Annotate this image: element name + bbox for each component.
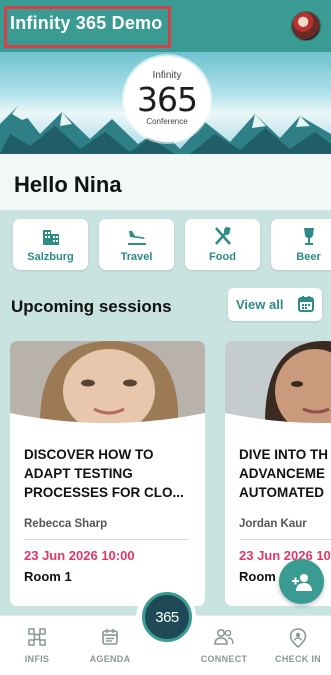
speaker-photo [225,341,331,423]
nav-item-infis[interactable]: INFIS [12,616,62,675]
category-tile-travel[interactable]: Travel [99,219,174,270]
session-title: DISCOVER HOW TO ADAPT TESTING PROCESSES … [24,447,184,500]
card-divider [239,539,331,540]
calendar-icon [101,628,119,651]
session-card[interactable]: DISCOVER HOW TO ADAPT TESTING PROCESSES … [10,341,205,606]
view-all-button[interactable]: View all [228,288,322,321]
category-label: Salzburg [27,251,74,263]
utensils-icon [185,225,260,252]
conference-banner: Infinity 365 Conference [0,52,331,154]
category-label: Food [209,251,236,263]
logo-number: 365 [137,80,198,119]
conference-logo: Infinity 365 Conference [124,56,210,142]
category-label: Beer [296,251,321,263]
user-avatar[interactable] [291,11,321,41]
session-speaker: Jordan Kaur [239,518,307,530]
upcoming-sessions-heading: Upcoming sessions [11,297,172,316]
session-title: DIVE INTO TH ADVANCEME AUTOMATED [239,447,329,500]
nav-item-connect[interactable]: CONNECT [196,616,252,675]
session-date: 23 Jun 2026 10:00 [239,548,331,563]
logo-bottom-text: Conference [146,117,188,126]
nav-label: CHECK IN [275,654,321,664]
speaker-photo [10,341,205,423]
add-contact-button[interactable] [279,559,324,604]
top-bar: Infinity 365 Demo [0,0,331,52]
session-room: Room 1 [24,569,72,584]
category-tile-beer[interactable]: Beer [271,219,331,270]
center-button-label: 365 [155,609,179,626]
session-date: 23 Jun 2026 10:00 [24,548,135,563]
location-badge-icon [289,628,307,653]
network-icon [28,628,46,651]
nav-label: CONNECT [200,654,248,664]
center-home-button[interactable]: 365 [142,592,192,642]
category-label: Travel [120,251,153,263]
app-screen: Infinity 365 Demo Infinity 365 Conferenc… [0,0,331,675]
add-person-icon [292,574,312,591]
category-tile-salzburg[interactable]: Salzburg [13,219,88,270]
app-title: Infinity 365 Demo [10,13,163,33]
greeting-text: Hello Nina [14,172,122,197]
view-all-label: View all [236,297,284,312]
plane-landing-icon [99,225,174,252]
nav-label: AGENDA [89,654,131,664]
session-speaker: Rebecca Sharp [24,518,108,530]
nav-label: INFIS [24,654,50,664]
nav-item-agenda[interactable]: AGENDA [85,616,135,675]
calendar-icon [297,295,315,318]
people-icon [214,628,234,651]
beer-glass-icon [271,225,331,252]
card-divider [24,539,189,540]
nav-item-check-in[interactable]: CHECK IN [270,616,326,675]
buildings-icon [13,225,88,252]
category-tile-food[interactable]: Food [185,219,260,270]
